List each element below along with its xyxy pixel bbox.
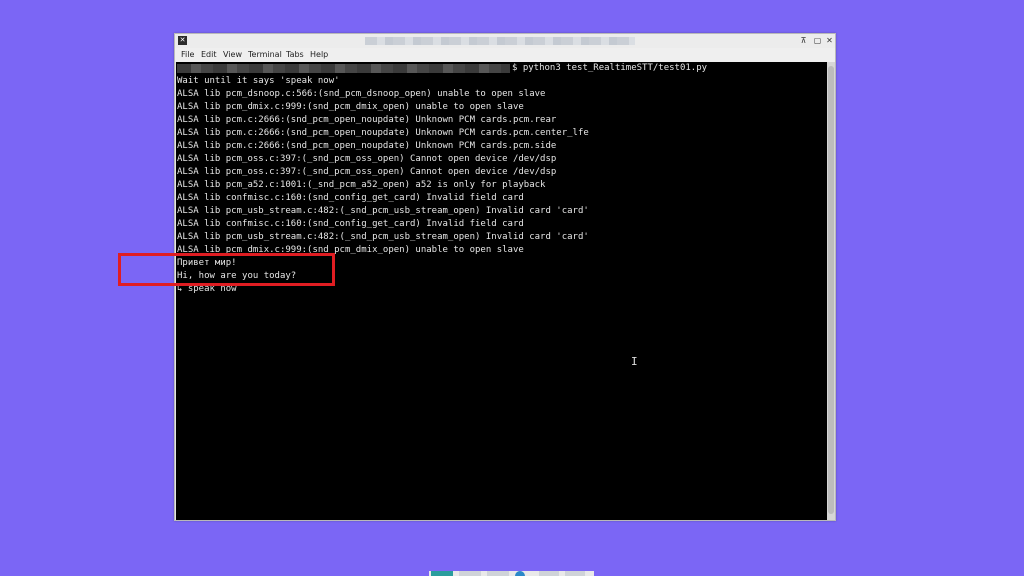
menubar: File Edit View Terminal Tabs Help [175,48,835,62]
output-line: ALSA lib pcm.c:2666:(snd_pcm_open_noupda… [177,141,557,151]
output-line: ALSA lib pcm_oss.c:397:(_snd_pcm_oss_ope… [177,167,557,177]
menu-file[interactable]: File [181,48,194,62]
taskbar-app-icon[interactable] [459,571,481,576]
text-cursor-icon: I [631,355,638,368]
menu-terminal[interactable]: Terminal [248,48,282,62]
prompt-redacted [177,64,510,73]
command-line: $ python3 test_RealtimeSTT/test01.py [512,63,708,73]
scrollbar-thumb[interactable] [828,66,834,514]
output-line: ALSA lib pcm_dmix.c:999:(snd_pcm_dmix_op… [177,102,524,112]
menu-view[interactable]: View [223,48,242,62]
taskbar-app-icon[interactable] [487,571,509,576]
terminal-output[interactable]: $ python3 test_RealtimeSTT/test01.py Wai… [176,62,827,520]
output-line: ALSA lib pcm_usb_stream.c:482:(_snd_pcm_… [177,232,589,242]
highlight-annotation-box [118,253,335,286]
maximize-icon[interactable]: ⊼ [799,36,808,45]
terminal-app-icon: ✕ [178,36,187,45]
window-title-redacted [365,37,635,45]
output-line: ALSA lib confmisc.c:160:(snd_config_get_… [177,219,524,229]
taskbar-app-icon[interactable] [539,571,559,576]
output-line: ALSA lib pcm_dsnoop.c:566:(snd_pcm_dsnoo… [177,89,546,99]
taskbar-browser-icon[interactable] [515,571,525,576]
menu-edit[interactable]: Edit [201,48,217,62]
menu-help[interactable]: Help [310,48,328,62]
taskbar [429,571,594,576]
taskbar-app-icon[interactable] [431,571,453,576]
output-line: ALSA lib pcm.c:2666:(snd_pcm_open_noupda… [177,128,589,138]
menu-tabs[interactable]: Tabs [286,48,304,62]
window-titlebar[interactable]: ✕ ⊼ ▢ ✕ [175,34,835,48]
output-line: Wait until it says 'speak now' [177,76,340,86]
terminal-scrollbar[interactable] [827,62,835,520]
output-line: ALSA lib pcm_oss.c:397:(_snd_pcm_oss_ope… [177,154,557,164]
restore-icon[interactable]: ▢ [813,36,822,45]
taskbar-app-icon[interactable] [565,571,585,576]
output-line: ALSA lib pcm.c:2666:(snd_pcm_open_noupda… [177,115,557,125]
output-line: ALSA lib pcm_a52.c:1001:(_snd_pcm_a52_op… [177,180,546,190]
close-icon[interactable]: ✕ [825,36,834,45]
output-line: ALSA lib confmisc.c:160:(snd_config_get_… [177,193,524,203]
output-line: ALSA lib pcm_usb_stream.c:482:(_snd_pcm_… [177,206,589,216]
